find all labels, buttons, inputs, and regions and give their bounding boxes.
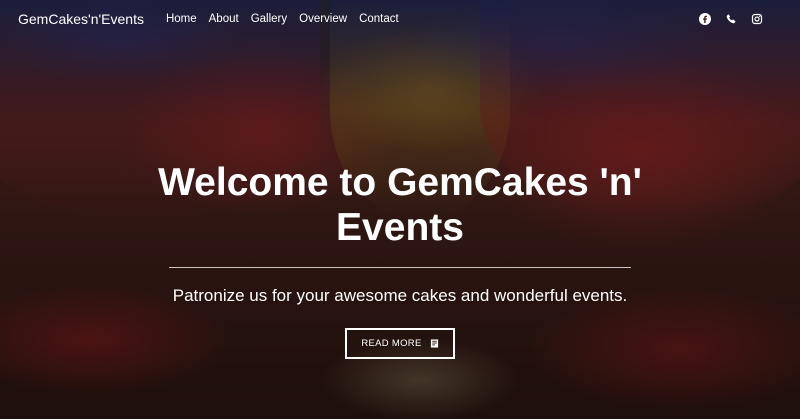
top-navbar: GemCakes'n'Events Home About Gallery Ove…	[0, 0, 800, 38]
nav-link-about[interactable]: About	[203, 13, 245, 25]
instagram-icon[interactable]	[750, 12, 764, 26]
nav-link-home[interactable]: Home	[160, 13, 203, 25]
hero-divider	[169, 267, 631, 268]
nav-link-overview[interactable]: Overview	[293, 13, 353, 25]
read-more-label: READ MORE	[361, 338, 422, 349]
hero-content: Welcome to GemCakes 'n' Events Patronize…	[0, 160, 800, 359]
facebook-icon[interactable]	[698, 12, 712, 26]
nav-link-contact[interactable]: Contact	[353, 13, 405, 25]
nav-links: Home About Gallery Overview Contact	[160, 13, 405, 25]
brand-logo-link[interactable]: GemCakes'n'Events	[18, 11, 144, 27]
read-more-button[interactable]: READ MORE	[345, 328, 455, 359]
nav-link-gallery[interactable]: Gallery	[245, 13, 293, 25]
phone-icon[interactable]	[724, 12, 738, 26]
book-icon	[430, 339, 439, 348]
social-links	[698, 12, 782, 26]
hero-subtitle: Patronize us for your awesome cakes and …	[172, 286, 628, 305]
hero-title: Welcome to GemCakes 'n' Events	[158, 161, 642, 249]
